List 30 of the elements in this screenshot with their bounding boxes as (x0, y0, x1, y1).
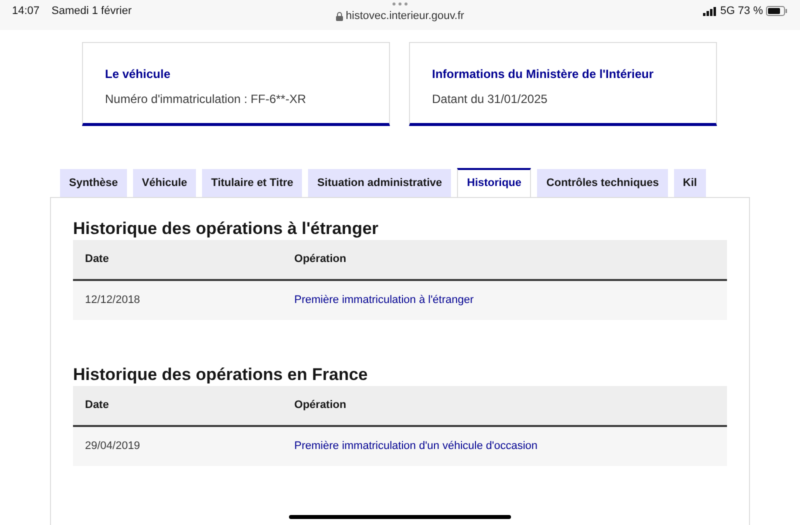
status-date: Samedi 1 février (52, 4, 132, 19)
column-header: Opération (282, 386, 727, 426)
tab[interactable]: Historique (457, 168, 532, 197)
more-icon[interactable] (392, 2, 408, 6)
url-text[interactable]: histovec.interieur.gouv.fr (346, 8, 464, 24)
network-label: 5G (720, 4, 735, 19)
tab[interactable]: Titulaire et Titre (202, 169, 302, 197)
card-text: Datant du 31/01/2025 (432, 91, 548, 108)
tab[interactable]: Situation administrative (308, 169, 451, 197)
operation-link[interactable]: Première immatriculation à l'étranger (294, 294, 474, 306)
status-time: 14:07 (12, 4, 40, 19)
operation-link[interactable]: Première immatriculation d'un véhicule d'occasion (294, 440, 538, 452)
tab[interactable]: Véhicule (132, 169, 196, 197)
battery-icon (766, 6, 788, 16)
battery-percent: 73 % (738, 4, 763, 19)
signal-icon (703, 6, 718, 16)
tab[interactable]: Synthèse (60, 169, 127, 197)
section-title: Historique des opérations à l'étranger (73, 218, 380, 240)
column-header: Date (73, 386, 282, 426)
section-title: Historique des opérations en France (73, 364, 369, 386)
tab[interactable]: Contrôles techniques (537, 169, 668, 197)
column-header: Date (73, 240, 282, 280)
column-header: Opération (282, 240, 727, 280)
lock-icon (336, 12, 343, 21)
card-text: Numéro d'immatriculation : FF-6**-XR (105, 91, 308, 108)
date-cell: 29/04/2019 (73, 426, 282, 466)
date-cell: 12/12/2018 (73, 280, 282, 320)
card-title: Le véhicule (105, 66, 172, 83)
tab[interactable]: Kil (674, 169, 706, 197)
card-title: Informations du Ministère de l'Intérieur (432, 66, 655, 83)
